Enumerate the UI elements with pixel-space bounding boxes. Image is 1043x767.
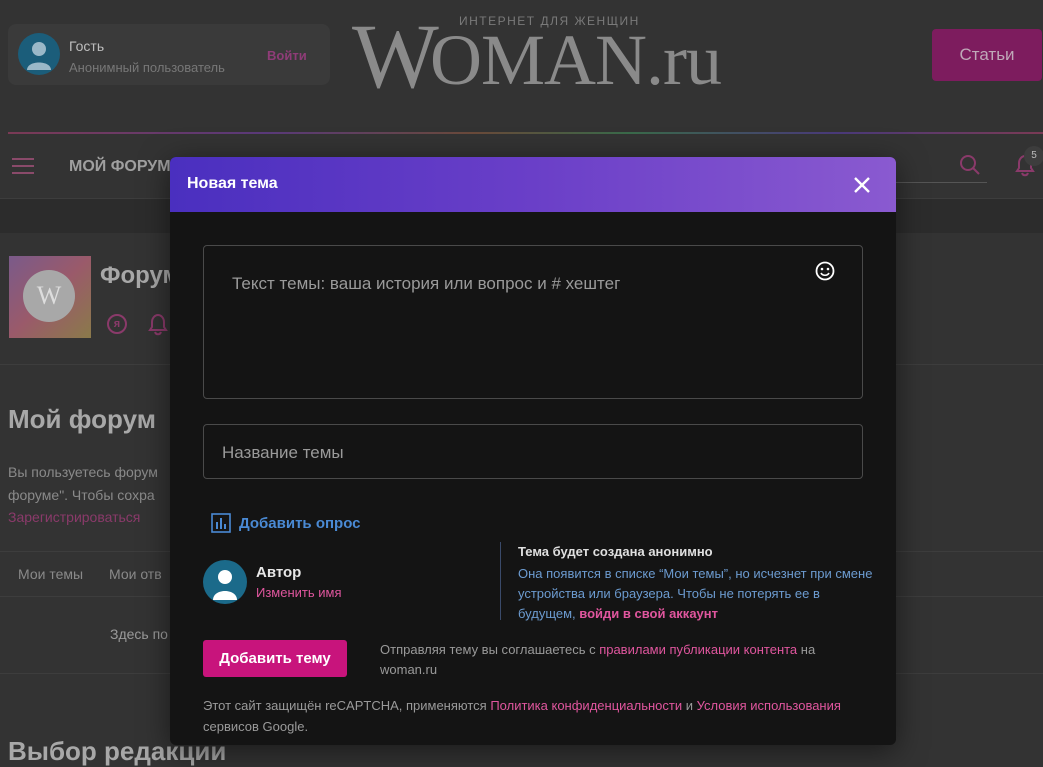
privacy-policy-link[interactable]: Политика конфиденциальности	[490, 698, 682, 713]
logo-w: W	[352, 5, 439, 107]
info-divider	[500, 542, 501, 620]
login-link[interactable]: Войти	[267, 48, 307, 63]
change-name-link[interactable]: Изменить имя	[256, 585, 342, 600]
add-poll-button[interactable]: Добавить опрос	[211, 512, 361, 534]
logo-tagline: ИНТЕРНЕТ ДЛЯ ЖЕНЩИН	[459, 14, 640, 28]
user-icon	[27, 42, 51, 70]
my-forum-desc-line1: Вы пользуетесь форум	[8, 464, 158, 480]
author-avatar	[203, 560, 247, 604]
tab-my-topics[interactable]: Мои темы	[18, 566, 83, 582]
forum-title: Форум	[100, 262, 181, 289]
modal-header: Новая тема	[170, 157, 896, 212]
add-poll-label: Добавить опрос	[239, 514, 361, 532]
topic-text-input[interactable]: Текст темы: ваша история или вопрос и # …	[203, 245, 863, 399]
forum-thumbnail: W	[9, 256, 91, 338]
my-forum-heading: Мой форум	[8, 404, 156, 434]
notifications-badge: 5	[1024, 146, 1043, 166]
poll-icon	[211, 513, 231, 533]
anon-notice-text: Она появится в списке “Мои темы”, но исч…	[518, 566, 873, 621]
anon-notice-title: Тема будет создана анонимно	[518, 544, 713, 559]
empty-message: Здесь по	[110, 626, 168, 642]
site-logo[interactable]: W OMAN.ru ИНТЕРНЕТ ДЛЯ ЖЕНЩИН	[352, 5, 722, 107]
author-label: Автор	[256, 564, 302, 581]
forum-thumb-logo: W	[23, 270, 75, 322]
search-input[interactable]	[895, 182, 987, 183]
guest-avatar	[18, 33, 60, 75]
topic-title-placeholder: Название темы	[222, 443, 344, 462]
guest-name: Гость	[69, 38, 105, 54]
user-card: Гость Анонимный пользователь Войти	[8, 24, 330, 85]
close-icon[interactable]	[850, 173, 874, 197]
topic-title-input[interactable]: Название темы	[203, 424, 863, 479]
topic-text-placeholder: Текст темы: ваша история или вопрос и # …	[232, 274, 621, 293]
forum-bell-icon[interactable]	[147, 312, 169, 336]
articles-button[interactable]: Статьи	[932, 29, 1042, 81]
new-topic-modal: Новая тема Текст темы: ваша история или …	[170, 157, 896, 745]
modal-title: Новая тема	[187, 175, 278, 192]
logo-text: OMAN.ru	[430, 20, 722, 100]
content-rules-link[interactable]: правилами публикации контента	[599, 642, 797, 657]
recaptcha-notice: Этот сайт защищён reCAPTCHA, применяются…	[203, 698, 841, 734]
guest-status: Анонимный пользователь	[69, 60, 225, 75]
my-forum-desc-line2: форуме". Чтобы сохра	[8, 487, 155, 503]
hamburger-icon[interactable]	[12, 158, 34, 174]
login-account-link[interactable]: войди в свой аккаунт	[579, 606, 718, 621]
search-icon[interactable]	[959, 154, 981, 176]
user-icon	[213, 570, 237, 600]
yandex-icon[interactable]: я	[107, 314, 127, 334]
nav-my-forum[interactable]: МОЙ ФОРУМ	[69, 158, 171, 176]
tab-my-answers[interactable]: Мои отв	[109, 566, 162, 582]
terms-of-use-link[interactable]: Условия использования	[697, 698, 841, 713]
register-link[interactable]: Зарегистрироваться	[8, 509, 140, 525]
agreement-text: Отправляя тему вы соглашаетесь с правила…	[380, 642, 816, 677]
add-topic-button[interactable]: Добавить тему	[203, 640, 347, 677]
emoji-icon[interactable]	[814, 260, 836, 282]
